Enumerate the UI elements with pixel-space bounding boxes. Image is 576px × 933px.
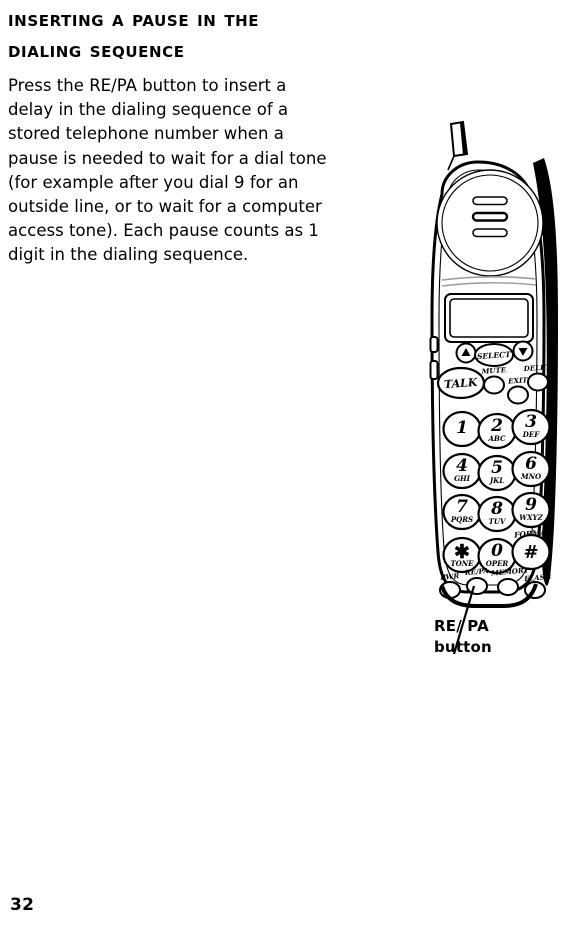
svg-text:MNO: MNO: [520, 472, 542, 481]
keypad-key-6: 6 MNO: [511, 450, 551, 488]
svg-text:0: 0: [491, 541, 503, 561]
earpiece-slot: [471, 211, 509, 222]
page-number: 32: [10, 895, 35, 915]
svg-text:WXYZ: WXYZ: [519, 513, 543, 522]
lcd-display: [444, 293, 534, 343]
svg-text:TUV: TUV: [489, 517, 507, 526]
content-column: Inserting a Pause in the Dialing Sequenc…: [8, 4, 332, 268]
scroll-down-button: [512, 340, 534, 362]
svg-text:#: #: [523, 542, 538, 563]
phone-illustration: SELECT TALK MUTE EXIT DELETE 1 2 ABC 3 D…: [418, 118, 576, 678]
keypad-key-pound: #: [511, 533, 551, 571]
scroll-up-button: [455, 342, 477, 364]
keypad-key-7: 7 PQRS: [442, 493, 482, 531]
volume-down-side-button: [429, 360, 439, 380]
pwr-button: PWR: [439, 571, 461, 599]
svg-text:ABC: ABC: [487, 434, 505, 443]
svg-text:PWR: PWR: [439, 571, 460, 582]
keypad-key-8: 8 TUV: [477, 495, 517, 533]
earpiece-slot: [472, 196, 508, 206]
volume-up-side-button: [429, 336, 439, 353]
svg-text:EXIT: EXIT: [507, 375, 529, 385]
svg-text:3: 3: [525, 412, 537, 432]
svg-text:GHI: GHI: [454, 474, 471, 483]
svg-text:6: 6: [525, 454, 537, 474]
svg-text:1: 1: [456, 418, 468, 438]
keypad-key-9: 9 WXYZ: [511, 491, 551, 529]
page-title-line-2: Dialing Sequence: [8, 38, 185, 62]
svg-text:9: 9: [525, 495, 537, 515]
select-button: SELECT: [474, 343, 514, 367]
svg-text:DEF: DEF: [522, 430, 540, 439]
earpiece-slot: [472, 228, 508, 238]
keypad-key-3: 3 DEF: [511, 408, 551, 446]
exit-button: EXIT: [507, 375, 529, 405]
page-title-line-1: Inserting a Pause in the: [8, 7, 260, 31]
svg-text:PQRS: PQRS: [450, 515, 473, 524]
svg-text:8: 8: [490, 499, 503, 519]
svg-text:TALK: TALK: [444, 376, 479, 391]
svg-text:7: 7: [456, 497, 468, 517]
page-title: Inserting a Pause in the Dialing Sequenc…: [8, 4, 332, 66]
svg-text:JKL: JKL: [488, 476, 504, 485]
svg-text:MUTE: MUTE: [480, 365, 507, 376]
keypad-key-1: 1: [442, 410, 482, 448]
keypad-key-4: 4 GHI: [442, 452, 482, 490]
svg-text:4: 4: [456, 456, 468, 476]
body-paragraph: Press the RE/PA button to insert a delay…: [8, 76, 327, 265]
svg-text:2: 2: [490, 416, 503, 436]
keypad-key-5: 5 JKL: [477, 454, 517, 492]
talk-button: TALK: [436, 366, 486, 400]
callout-label: RE/ PA button: [434, 617, 492, 656]
keypad-key-2: 2 ABC: [477, 412, 517, 450]
earpiece-speaker: [436, 169, 544, 277]
svg-text:5: 5: [491, 458, 503, 478]
